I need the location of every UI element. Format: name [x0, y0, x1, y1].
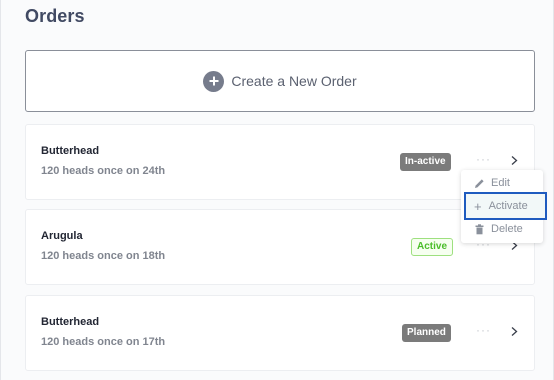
menu-item-activate[interactable]: + Activate: [464, 192, 547, 220]
create-order-label: Create a New Order: [231, 73, 357, 89]
order-schedule: 120 heads once on 24th: [41, 165, 166, 177]
order-schedule: 120 heads once on 17th: [41, 336, 166, 348]
order-name: Butterhead: [41, 145, 100, 157]
trash-icon: [475, 223, 484, 234]
menu-item-label: Edit: [491, 177, 510, 189]
menu-item-label: Delete: [491, 223, 523, 235]
menu-item-edit[interactable]: Edit: [461, 172, 543, 194]
status-badge: In-active: [400, 153, 451, 171]
create-order-button[interactable]: Create a New Order: [25, 50, 535, 112]
pencil-icon: [475, 178, 484, 188]
order-actions-menu: Edit + Activate Delete: [461, 170, 547, 243]
status-badge: Planned: [402, 324, 451, 342]
order-name: Arugula: [41, 230, 83, 242]
status-badge: Active: [411, 238, 454, 256]
page-title: Orders: [25, 6, 85, 26]
order-card[interactable]: Butterhead 120 heads once on 24th In-act…: [25, 124, 535, 200]
plus-icon: +: [474, 198, 482, 214]
order-schedule: 120 heads once on 18th: [41, 250, 166, 262]
order-card[interactable]: Butterhead 120 heads once on 17th Planne…: [25, 295, 535, 371]
chevron-right-icon[interactable]: [510, 156, 519, 165]
plus-circle-icon: [203, 70, 225, 92]
menu-item-label: Activate: [488, 200, 528, 212]
menu-item-delete[interactable]: Delete: [461, 218, 543, 240]
orders-panel: Orders Create a New Order Butterhead 120…: [0, 0, 554, 380]
order-card[interactable]: Arugula 120 heads once on 18th Active ··…: [25, 209, 535, 285]
order-name: Butterhead: [41, 316, 100, 328]
more-options-icon[interactable]: ···: [476, 153, 491, 165]
more-options-icon[interactable]: ···: [476, 324, 491, 336]
chevron-right-icon[interactable]: [510, 327, 519, 336]
